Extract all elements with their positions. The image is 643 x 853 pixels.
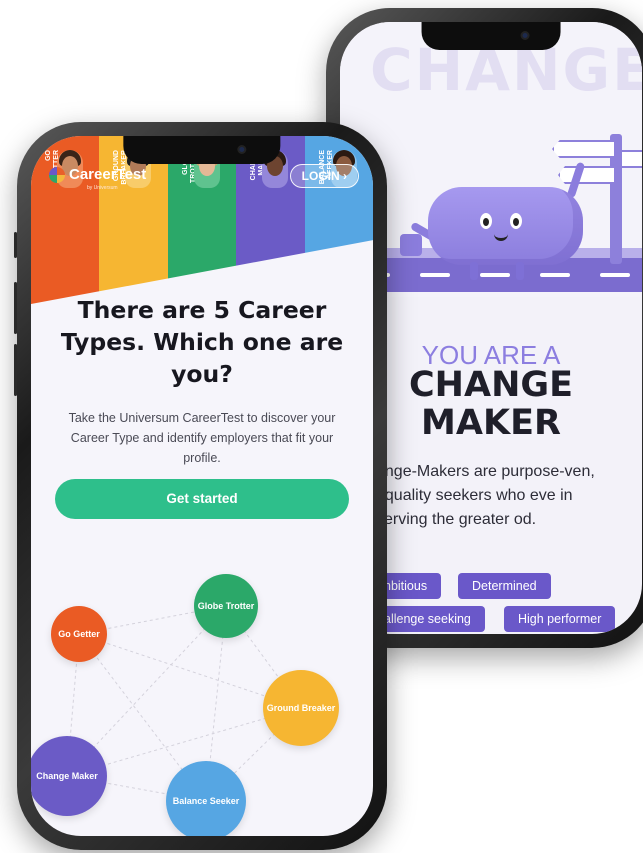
trait-tag-determined: Determined	[458, 573, 551, 599]
node-go-getter[interactable]: Go Getter	[51, 606, 107, 662]
front-phone-frame: GO GETTER GROUND BREAKER GLOBE TROTTER C…	[14, 122, 387, 850]
node-balance-seeker[interactable]: Balance Seeker	[166, 761, 246, 836]
trait-tag-high-performer: High performer	[504, 606, 616, 632]
page-headline: There are 5 Career Types. Which one are …	[60, 296, 344, 388]
login-button[interactable]: LOGIN ›	[289, 164, 359, 188]
chevron-right-icon: ›	[343, 169, 347, 183]
trait-tag-challenge-seeking: allenge seeking	[370, 606, 485, 632]
stripe-go-getter: GO GETTER	[31, 136, 100, 304]
landing-screen: GO GETTER GROUND BREAKER GLOBE TROTTER C…	[31, 136, 373, 836]
intro-text: Take the Universum CareerTest to discove…	[68, 411, 336, 465]
node-globe-trotter[interactable]: Globe Trotter	[194, 574, 258, 638]
mascot-character	[428, 187, 583, 265]
node-ground-breaker[interactable]: Ground Breaker	[263, 670, 339, 746]
career-type-description: ange-Makers are purpose-ven, equality se…	[376, 463, 595, 528]
stripe-balance-seeker: BALANCE SEEKER	[304, 136, 373, 304]
career-type-network: Go Getter Globe Trotter Ground Breaker C…	[31, 556, 373, 836]
logo-mark-icon	[49, 166, 65, 183]
get-started-button[interactable]: Get started	[55, 479, 349, 519]
careertest-logo[interactable]: CareerTest by Universum	[49, 166, 146, 191]
mug-icon	[400, 234, 422, 256]
